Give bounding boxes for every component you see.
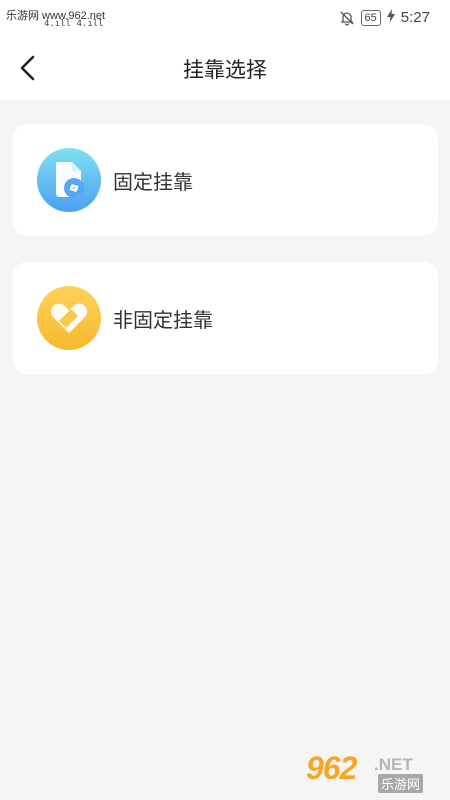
watermark-suffix: .NET (374, 755, 413, 774)
option-card-non-fixed[interactable]: 非固定挂靠 (13, 262, 438, 374)
option-card-fixed[interactable]: 固定挂靠 (13, 124, 438, 236)
heart-ticket-icon (37, 286, 101, 350)
option-label-fixed: 固定挂靠 (113, 170, 193, 194)
watermark-logo: 962 .NET 乐游网 (304, 750, 444, 794)
navigation-bar: 挂靠选择 (0, 36, 450, 100)
status-time: 5:27 (400, 9, 430, 26)
page-title: 挂靠选择 (183, 58, 267, 82)
status-bar: 乐游网 www.962.net 4.ıll 4.ıll 65 5:27 (0, 0, 450, 36)
signal-icon: 4.ıll 4.ıll (44, 19, 104, 29)
charging-icon (386, 9, 395, 26)
document-link-icon (37, 148, 101, 212)
option-label-non-fixed: 非固定挂靠 (113, 308, 213, 332)
mute-bell-icon (339, 10, 355, 26)
battery-indicator: 65 (360, 9, 381, 26)
watermark-subtitle: 乐游网 (378, 774, 424, 793)
status-right-group: 65 5:27 (339, 9, 430, 26)
watermark-number: 962 (306, 750, 357, 786)
